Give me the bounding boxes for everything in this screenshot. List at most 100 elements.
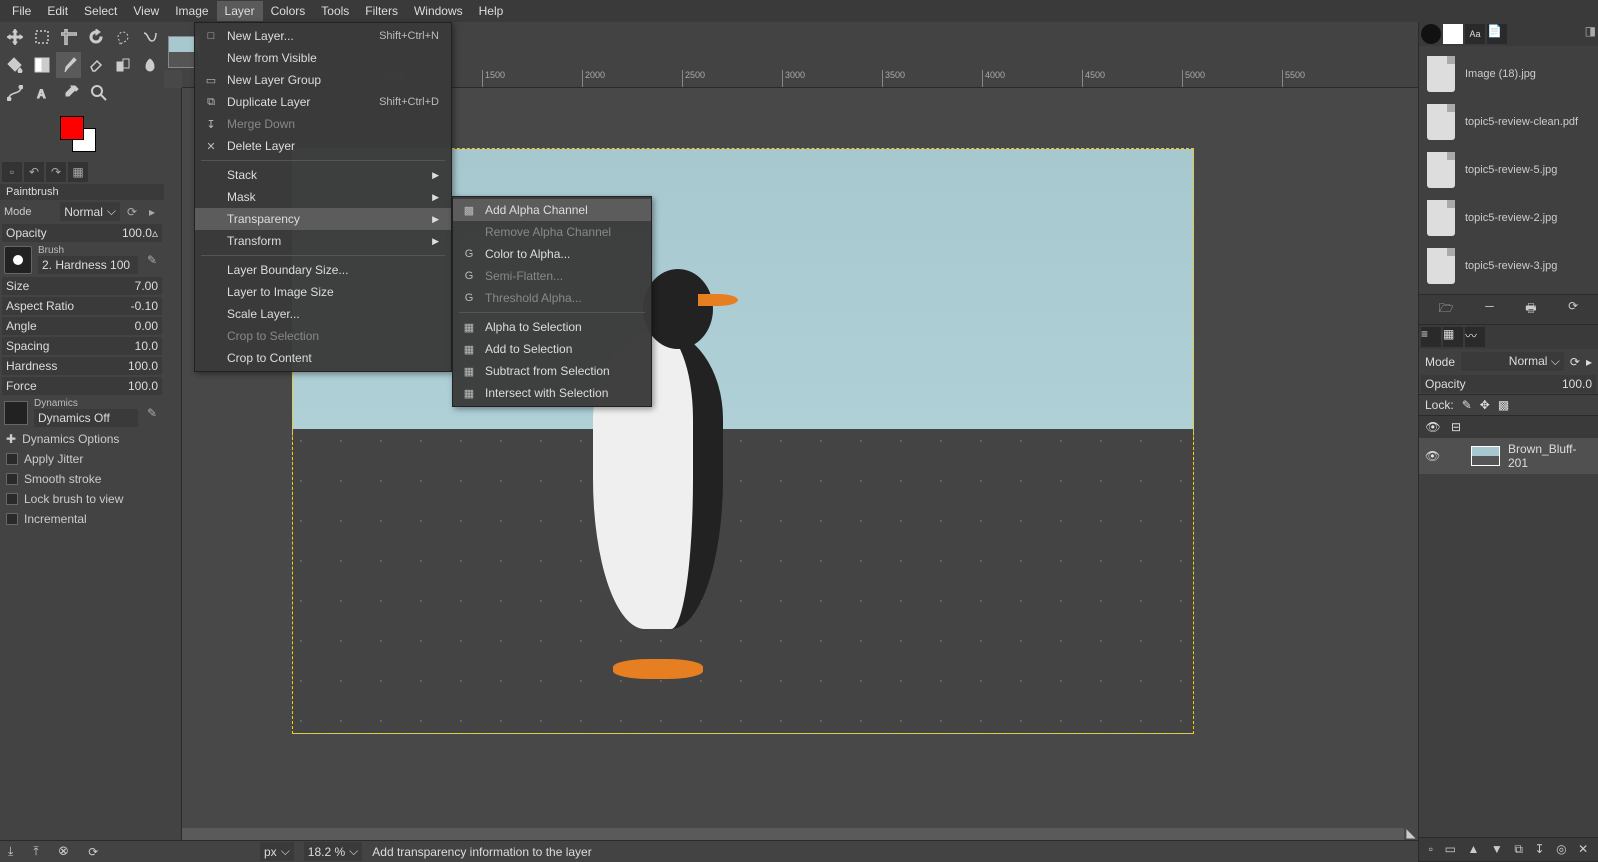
menu-item-new-layer-group[interactable]: ▭New Layer Group bbox=[195, 69, 451, 91]
layer-item[interactable]: 👁 Brown_Bluff-201 bbox=[1419, 438, 1598, 474]
paths-tab[interactable]: 〰 bbox=[1465, 327, 1485, 347]
text-tool[interactable]: A bbox=[30, 80, 56, 106]
menu-item-transform[interactable]: Transform▶ bbox=[195, 230, 451, 252]
horizontal-scrollbar[interactable] bbox=[182, 828, 1404, 840]
brush-preview[interactable] bbox=[4, 246, 32, 274]
foreground-color[interactable] bbox=[60, 116, 84, 140]
paintbrush-tool[interactable] bbox=[56, 52, 81, 78]
remove-file-icon[interactable]: ─ bbox=[1485, 299, 1494, 320]
undo-history-tab[interactable]: ↷ bbox=[46, 162, 66, 182]
dynamics-options-expander[interactable]: ✚Dynamics Options bbox=[0, 429, 164, 449]
zoom-tool[interactable] bbox=[86, 80, 112, 106]
menu-item-scale-layer[interactable]: Scale Layer... bbox=[195, 303, 451, 325]
menu-tools[interactable]: Tools bbox=[313, 1, 357, 21]
free-select-tool[interactable] bbox=[110, 24, 135, 50]
menu-windows[interactable]: Windows bbox=[406, 1, 471, 21]
lock-brush-checkbox[interactable]: Lock brush to view bbox=[0, 489, 164, 509]
lower-layer-icon[interactable]: ▼ bbox=[1491, 842, 1503, 857]
file-item[interactable]: Image (18).jpg bbox=[1423, 50, 1594, 98]
gradient-tool[interactable] bbox=[29, 52, 54, 78]
menu-filters[interactable]: Filters bbox=[357, 1, 406, 21]
brush-edit-icon[interactable]: ✎ bbox=[144, 252, 160, 268]
menu-item-intersect-with-selection[interactable]: ▦Intersect with Selection bbox=[453, 382, 651, 404]
color-picker-tool[interactable] bbox=[58, 80, 84, 106]
print-icon[interactable]: 🖶 bbox=[1525, 299, 1536, 320]
menu-item-layer-boundary-size[interactable]: Layer Boundary Size... bbox=[195, 259, 451, 281]
zoom-select[interactable]: 18.2 % ⌵ bbox=[304, 842, 362, 861]
menu-help[interactable]: Help bbox=[471, 1, 512, 21]
menu-item-transparency[interactable]: Transparency▶ bbox=[195, 208, 451, 230]
menu-image[interactable]: Image bbox=[167, 1, 216, 21]
warp-tool[interactable] bbox=[137, 24, 162, 50]
menu-item-duplicate-layer[interactable]: ⧉Duplicate LayerShift+Ctrl+D bbox=[195, 91, 451, 113]
brushes-tab[interactable] bbox=[1421, 24, 1441, 44]
restore-options-icon[interactable]: ⤒ bbox=[33, 844, 38, 859]
mask-layer-icon[interactable]: ◎ bbox=[1556, 842, 1566, 857]
menu-select[interactable]: Select bbox=[76, 1, 125, 21]
menu-colors[interactable]: Colors bbox=[263, 1, 314, 21]
size-slider[interactable]: Size7.00 bbox=[2, 277, 162, 295]
menu-item-add-to-selection[interactable]: ▦Add to Selection bbox=[453, 338, 651, 360]
delete-options-icon[interactable]: ⮿ bbox=[59, 844, 69, 859]
menu-item-layer-to-image-size[interactable]: Layer to Image Size bbox=[195, 281, 451, 303]
eraser-tool[interactable] bbox=[83, 52, 108, 78]
merge-layer-icon[interactable]: ↧ bbox=[1534, 842, 1544, 857]
raise-layer-icon[interactable]: ▲ bbox=[1467, 842, 1479, 857]
menu-view[interactable]: View bbox=[125, 1, 167, 21]
tool-options-tab[interactable]: ▫ bbox=[2, 162, 22, 182]
rect-select-tool[interactable] bbox=[29, 24, 54, 50]
refresh-icon[interactable]: ⟳ bbox=[1568, 299, 1578, 320]
menu-layer[interactable]: Layer bbox=[217, 1, 263, 21]
menu-edit[interactable]: Edit bbox=[39, 1, 76, 21]
opacity-slider[interactable]: Opacity100.0▵ bbox=[2, 224, 162, 242]
menu-item-alpha-to-selection[interactable]: ▦Alpha to Selection bbox=[453, 316, 651, 338]
layer-opacity-slider[interactable]: Opacity100.0 bbox=[1421, 375, 1596, 393]
reset-options-icon[interactable]: ⟳ bbox=[88, 845, 98, 859]
aspect-slider[interactable]: Aspect Ratio-0.10 bbox=[2, 297, 162, 315]
fonts-tab[interactable]: Aa bbox=[1465, 24, 1485, 44]
spacing-slider[interactable]: Spacing10.0 bbox=[2, 337, 162, 355]
smudge-tool[interactable] bbox=[137, 52, 162, 78]
patterns-tab[interactable] bbox=[1443, 24, 1463, 44]
menu-item-subtract-from-selection[interactable]: ▦Subtract from Selection bbox=[453, 360, 651, 382]
layer-mode-menu-icon[interactable]: ▸ bbox=[1586, 355, 1592, 369]
clone-tool[interactable] bbox=[110, 52, 135, 78]
layer-name[interactable]: Brown_Bluff-201 bbox=[1508, 442, 1592, 470]
menu-item-stack[interactable]: Stack▶ bbox=[195, 164, 451, 186]
new-group-icon[interactable]: ▭ bbox=[1445, 842, 1456, 857]
rotate-tool[interactable] bbox=[83, 24, 108, 50]
angle-slider[interactable]: Angle0.00 bbox=[2, 317, 162, 335]
mode-menu-icon[interactable]: ▸ bbox=[144, 204, 160, 220]
layer-thumbnail[interactable] bbox=[1471, 446, 1500, 466]
duplicate-layer-icon[interactable]: ⧉ bbox=[1514, 842, 1523, 857]
layers-tab[interactable]: ≡ bbox=[1421, 327, 1441, 347]
dynamics-select[interactable]: Dynamics Off bbox=[34, 409, 138, 427]
file-item[interactable]: topic5-review-2.jpg bbox=[1423, 194, 1594, 242]
lock-alpha-icon[interactable]: ▩ bbox=[1498, 398, 1509, 412]
layer-mode-reset-icon[interactable]: ⟳ bbox=[1570, 355, 1580, 369]
brush-select[interactable]: 2. Hardness 100 bbox=[38, 256, 138, 274]
menu-item-new-layer[interactable]: □New Layer...Shift+Ctrl+N bbox=[195, 25, 451, 47]
menu-item-new-from-visible[interactable]: New from Visible bbox=[195, 47, 451, 69]
menu-item-crop-to-content[interactable]: Crop to Content bbox=[195, 347, 451, 369]
layer-mode-select[interactable]: Normal ⌵ bbox=[1461, 352, 1564, 371]
crop-tool[interactable] bbox=[56, 24, 81, 50]
file-item[interactable]: topic5-review-3.jpg bbox=[1423, 242, 1594, 290]
move-tool[interactable] bbox=[2, 24, 27, 50]
device-status-tab[interactable]: ↶ bbox=[24, 162, 44, 182]
new-layer-icon[interactable]: ▫ bbox=[1429, 842, 1433, 857]
dynamics-preview[interactable] bbox=[4, 401, 28, 425]
mode-select[interactable]: Normal⌵ bbox=[60, 202, 120, 221]
mode-reset-icon[interactable]: ⟳ bbox=[124, 204, 140, 220]
bucket-fill-tool[interactable] bbox=[2, 52, 27, 78]
hardness-slider[interactable]: Hardness100.0 bbox=[2, 357, 162, 375]
menu-item-delete-layer[interactable]: ✕Delete Layer bbox=[195, 135, 451, 157]
lock-position-icon[interactable]: ✥ bbox=[1480, 398, 1490, 412]
menu-item-mask[interactable]: Mask▶ bbox=[195, 186, 451, 208]
layer-visibility-icon[interactable]: 👁 bbox=[1425, 449, 1440, 463]
navigation-icon[interactable]: ◣ bbox=[1404, 826, 1418, 840]
configure-tab-icon[interactable]: ◨ bbox=[1585, 24, 1596, 44]
menu-file[interactable]: File bbox=[4, 1, 39, 21]
menu-item-add-alpha-channel[interactable]: ▩Add Alpha Channel bbox=[453, 199, 651, 221]
incremental-checkbox[interactable]: Incremental bbox=[0, 509, 164, 529]
